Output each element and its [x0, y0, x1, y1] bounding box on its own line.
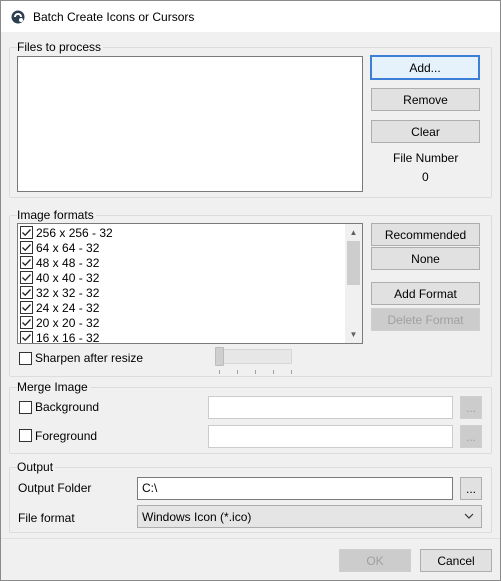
- format-list-item[interactable]: 16 x 16 - 32: [20, 330, 100, 344]
- format-list-item[interactable]: 20 x 20 - 32: [20, 315, 99, 330]
- chevron-down-icon: [464, 513, 474, 519]
- background-path-input[interactable]: [208, 396, 453, 419]
- background-checkbox[interactable]: [19, 401, 32, 414]
- formats-scrollbar[interactable]: ▲ ▼: [345, 224, 362, 343]
- foreground-label: Foreground: [35, 429, 98, 443]
- format-list-item[interactable]: 64 x 64 - 32: [20, 240, 99, 255]
- recommended-button[interactable]: Recommended: [371, 223, 480, 246]
- format-checkbox[interactable]: [20, 316, 33, 329]
- format-checkbox[interactable]: [20, 226, 33, 239]
- format-label: 256 x 256 - 32: [36, 225, 113, 240]
- sharpen-slider-track[interactable]: [215, 349, 292, 364]
- checkmark-icon: [22, 289, 31, 297]
- background-browse-button[interactable]: ...: [460, 396, 482, 419]
- title-bar: Batch Create Icons or Cursors: [1, 1, 500, 32]
- files-listbox[interactable]: [17, 56, 363, 192]
- checkmark-icon: [22, 259, 31, 267]
- slider-tick: [291, 370, 292, 374]
- output-folder-label: Output Folder: [18, 481, 92, 495]
- scroll-up-icon[interactable]: ▲: [345, 224, 362, 241]
- sharpen-label: Sharpen after resize: [35, 351, 144, 365]
- format-label: 40 x 40 - 32: [36, 270, 100, 285]
- add-files-button[interactable]: Add...: [370, 55, 480, 80]
- scroll-thumb[interactable]: [347, 241, 360, 285]
- slider-tick: [219, 370, 220, 374]
- foreground-checkbox[interactable]: [19, 429, 32, 442]
- format-checkbox[interactable]: [20, 271, 33, 284]
- slider-tick: [255, 370, 256, 374]
- format-list-item[interactable]: 48 x 48 - 32: [20, 255, 99, 270]
- output-browse-button[interactable]: ...: [460, 477, 482, 500]
- formats-group-title: Image formats: [17, 208, 96, 222]
- output-folder-input[interactable]: C:\: [137, 477, 453, 500]
- format-label: 20 x 20 - 32: [36, 315, 100, 330]
- format-label: 24 x 24 - 32: [36, 300, 100, 315]
- checkmark-icon: [22, 229, 31, 237]
- file-number-label: File Number: [393, 151, 459, 165]
- checkmark-icon: [22, 319, 31, 327]
- file-format-select[interactable]: Windows Icon (*.ico): [137, 505, 482, 528]
- slider-tick: [237, 370, 238, 374]
- file-format-label: File format: [18, 511, 75, 525]
- format-label: 48 x 48 - 32: [36, 255, 100, 270]
- files-group-title: Files to process: [17, 40, 104, 54]
- format-checkbox[interactable]: [20, 256, 33, 269]
- scroll-down-icon[interactable]: ▼: [345, 326, 362, 343]
- sharpen-slider-thumb[interactable]: [215, 347, 224, 366]
- format-checkbox[interactable]: [20, 331, 33, 343]
- checkmark-icon: [22, 334, 31, 342]
- window-title: Batch Create Icons or Cursors: [33, 9, 195, 24]
- foreground-path-input[interactable]: [208, 425, 453, 448]
- batch-create-dialog: Batch Create Icons or Cursors Files to p…: [0, 0, 501, 581]
- format-checkbox[interactable]: [20, 241, 33, 254]
- output-group-title: Output: [17, 460, 56, 474]
- checkmark-icon: [22, 304, 31, 312]
- format-list-item[interactable]: 24 x 24 - 32: [20, 300, 99, 315]
- none-button[interactable]: None: [371, 247, 480, 270]
- checkmark-icon: [22, 274, 31, 282]
- delete-format-button[interactable]: Delete Format: [371, 308, 480, 331]
- clear-button[interactable]: Clear: [371, 120, 480, 143]
- slider-tick: [273, 370, 274, 374]
- format-label: 16 x 16 - 32: [36, 330, 100, 344]
- formats-listbox[interactable]: 16 x 16 - 32 20 x 20 - 32 24 x 24 - 32 32 x…: [17, 223, 363, 344]
- foreground-browse-button[interactable]: ...: [460, 425, 482, 448]
- file-number-value: 0: [422, 170, 429, 184]
- checkmark-icon: [22, 244, 31, 252]
- cancel-button[interactable]: Cancel: [420, 549, 492, 572]
- sharpen-checkbox[interactable]: [19, 352, 32, 365]
- format-label: 64 x 64 - 32: [36, 240, 100, 255]
- footer-divider: [1, 538, 500, 539]
- ok-button[interactable]: OK: [339, 549, 411, 572]
- format-list-item[interactable]: 32 x 32 - 32: [20, 285, 99, 300]
- app-logo-icon: [11, 10, 25, 23]
- format-checkbox[interactable]: [20, 301, 33, 314]
- format-list-item[interactable]: 40 x 40 - 32: [20, 270, 99, 285]
- remove-button[interactable]: Remove: [371, 88, 480, 111]
- format-checkbox[interactable]: [20, 286, 33, 299]
- add-format-button[interactable]: Add Format: [371, 282, 480, 305]
- merge-group-title: Merge Image: [17, 380, 90, 394]
- file-format-value: Windows Icon (*.ico): [142, 509, 252, 524]
- format-list-item[interactable]: 256 x 256 - 32: [20, 225, 113, 240]
- background-label: Background: [35, 400, 100, 414]
- format-label: 32 x 32 - 32: [36, 285, 100, 300]
